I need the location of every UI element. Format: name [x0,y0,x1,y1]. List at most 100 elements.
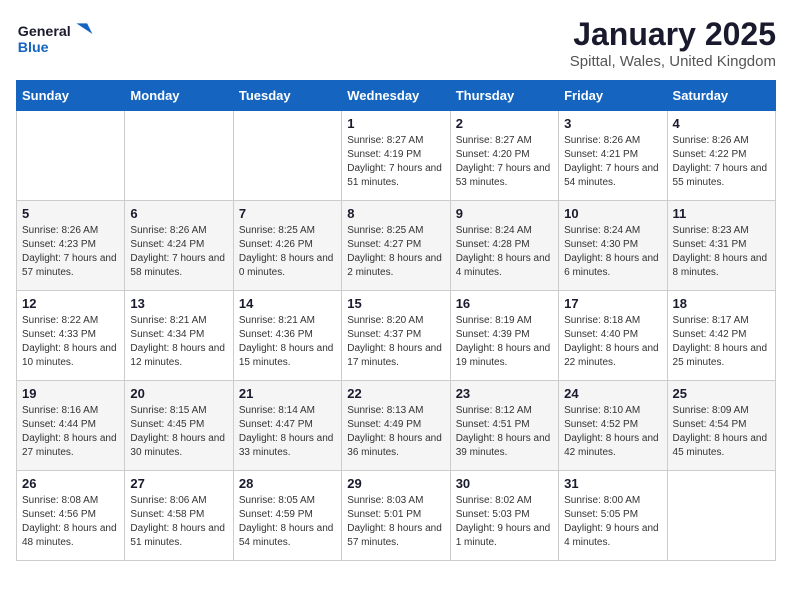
calendar-cell: 5 Sunrise: 8:26 AM Sunset: 4:23 PM Daylig… [17,201,125,291]
calendar-table: SundayMondayTuesdayWednesdayThursdayFrid… [16,80,776,561]
day-number: 13 [130,296,227,311]
calendar-cell: 11 Sunrise: 8:23 AM Sunset: 4:31 PM Dayli… [667,201,775,291]
day-number: 24 [564,386,661,401]
calendar-cell: 16 Sunrise: 8:19 AM Sunset: 4:39 PM Dayli… [450,291,558,381]
day-number: 26 [22,476,119,491]
calendar-title: January 2025 [570,16,776,53]
day-number: 19 [22,386,119,401]
calendar-cell: 10 Sunrise: 8:24 AM Sunset: 4:30 PM Dayli… [559,201,667,291]
svg-text:General: General [18,24,71,40]
calendar-cell: 24 Sunrise: 8:10 AM Sunset: 4:52 PM Dayli… [559,381,667,471]
weekday-header-wednesday: Wednesday [342,81,450,111]
day-number: 27 [130,476,227,491]
day-info: Sunrise: 8:17 AM Sunset: 4:42 PM Dayligh… [673,314,770,370]
calendar-cell: 8 Sunrise: 8:25 AM Sunset: 4:27 PM Daylig… [342,201,450,291]
calendar-subtitle: Spittal, Wales, United Kingdom [570,53,776,70]
calendar-cell: 28Sunrise: 8:05 AM Sunset: 4:59 PM Dayli… [233,471,341,561]
calendar-cell: 22 Sunrise: 8:13 AM Sunset: 4:49 PM Dayli… [342,381,450,471]
calendar-cell: 18Sunrise: 8:17 AM Sunset: 4:42 PM Dayli… [667,291,775,381]
day-number: 30 [456,476,553,491]
day-info: Sunrise: 8:27 AM Sunset: 4:19 PM Dayligh… [347,134,444,190]
title-block: January 2025 Spittal, Wales, United King… [570,16,776,70]
day-number: 16 [456,296,553,311]
day-info: Sunrise: 8:20 AM Sunset: 4:37 PM Dayligh… [347,314,444,370]
day-info: Sunrise: 8:21 AM Sunset: 4:34 PM Dayligh… [130,314,227,370]
calendar-cell: 14 Sunrise: 8:21 AM Sunset: 4:36 PM Dayli… [233,291,341,381]
day-number: 7 [239,206,336,221]
day-info: Sunrise: 8:19 AM Sunset: 4:39 PM Dayligh… [456,314,553,370]
day-number: 11 [673,206,770,221]
calendar-cell: 12Sunrise: 8:22 AM Sunset: 4:33 PM Dayli… [17,291,125,381]
day-info: Sunrise: 8:27 AM Sunset: 4:20 PM Dayligh… [456,134,553,190]
week-row-5: 26Sunrise: 8:08 AM Sunset: 4:56 PM Dayli… [17,471,776,561]
day-info: Sunrise: 8:02 AM Sunset: 5:03 PM Dayligh… [456,494,553,550]
calendar-cell: 17 Sunrise: 8:18 AM Sunset: 4:40 PM Dayli… [559,291,667,381]
day-info: Sunrise: 8:13 AM Sunset: 4:49 PM Dayligh… [347,404,444,460]
day-info: Sunrise: 8:16 AM Sunset: 4:44 PM Dayligh… [22,404,119,460]
calendar-cell: 25 Sunrise: 8:09 AM Sunset: 4:54 PM Dayli… [667,381,775,471]
day-info: Sunrise: 8:26 AM Sunset: 4:24 PM Dayligh… [130,224,227,280]
day-info: Sunrise: 8:14 AM Sunset: 4:47 PM Dayligh… [239,404,336,460]
svg-text:Blue: Blue [18,40,49,56]
day-info: Sunrise: 8:25 AM Sunset: 4:27 PM Dayligh… [347,224,444,280]
day-info: Sunrise: 8:03 AM Sunset: 5:01 PM Dayligh… [347,494,444,550]
day-info: Sunrise: 8:21 AM Sunset: 4:36 PM Dayligh… [239,314,336,370]
calendar-cell: 2 Sunrise: 8:27 AM Sunset: 4:20 PM Daylig… [450,111,558,201]
day-number: 4 [673,116,770,131]
day-info: Sunrise: 8:24 AM Sunset: 4:30 PM Dayligh… [564,224,661,280]
day-info: Sunrise: 8:18 AM Sunset: 4:40 PM Dayligh… [564,314,661,370]
calendar-cell: 23 Sunrise: 8:12 AM Sunset: 4:51 PM Dayli… [450,381,558,471]
week-row-3: 12Sunrise: 8:22 AM Sunset: 4:33 PM Dayli… [17,291,776,381]
calendar-cell [667,471,775,561]
day-info: Sunrise: 8:26 AM Sunset: 4:23 PM Dayligh… [22,224,119,280]
calendar-cell: 29 Sunrise: 8:03 AM Sunset: 5:01 PM Dayli… [342,471,450,561]
day-info: Sunrise: 8:09 AM Sunset: 4:54 PM Dayligh… [673,404,770,460]
day-info: Sunrise: 8:10 AM Sunset: 4:52 PM Dayligh… [564,404,661,460]
day-number: 10 [564,206,661,221]
day-number: 29 [347,476,444,491]
calendar-cell: 30 Sunrise: 8:02 AM Sunset: 5:03 PM Dayli… [450,471,558,561]
calendar-cell: 19 Sunrise: 8:16 AM Sunset: 4:44 PM Dayli… [17,381,125,471]
weekday-header-tuesday: Tuesday [233,81,341,111]
calendar-cell: 15 Sunrise: 8:20 AM Sunset: 4:37 PM Dayli… [342,291,450,381]
weekday-header-friday: Friday [559,81,667,111]
day-number: 14 [239,296,336,311]
weekday-header-thursday: Thursday [450,81,558,111]
calendar-cell: 31Sunrise: 8:00 AM Sunset: 5:05 PM Dayli… [559,471,667,561]
day-number: 5 [22,206,119,221]
calendar-cell: 20Sunrise: 8:15 AM Sunset: 4:45 PM Dayli… [125,381,233,471]
logo-svg: General Blue [16,16,96,61]
calendar-cell: 6Sunrise: 8:26 AM Sunset: 4:24 PM Daylig… [125,201,233,291]
day-number: 8 [347,206,444,221]
calendar-cell: 21 Sunrise: 8:14 AM Sunset: 4:47 PM Dayli… [233,381,341,471]
day-number: 3 [564,116,661,131]
calendar-cell: 3 Sunrise: 8:26 AM Sunset: 4:21 PM Daylig… [559,111,667,201]
calendar-cell: 26Sunrise: 8:08 AM Sunset: 4:56 PM Dayli… [17,471,125,561]
day-number: 25 [673,386,770,401]
weekday-header-monday: Monday [125,81,233,111]
day-number: 9 [456,206,553,221]
day-number: 2 [456,116,553,131]
calendar-cell [125,111,233,201]
day-info: Sunrise: 8:24 AM Sunset: 4:28 PM Dayligh… [456,224,553,280]
weekday-header-sunday: Sunday [17,81,125,111]
page-header: General Blue January 2025 Spittal, Wales… [16,16,776,70]
week-row-4: 19 Sunrise: 8:16 AM Sunset: 4:44 PM Dayli… [17,381,776,471]
day-number: 21 [239,386,336,401]
day-info: Sunrise: 8:26 AM Sunset: 4:22 PM Dayligh… [673,134,770,190]
calendar-cell: 4 Sunrise: 8:26 AM Sunset: 4:22 PM Daylig… [667,111,775,201]
calendar-cell: 9 Sunrise: 8:24 AM Sunset: 4:28 PM Daylig… [450,201,558,291]
day-number: 17 [564,296,661,311]
day-info: Sunrise: 8:23 AM Sunset: 4:31 PM Dayligh… [673,224,770,280]
day-info: Sunrise: 8:06 AM Sunset: 4:58 PM Dayligh… [130,494,227,550]
day-info: Sunrise: 8:05 AM Sunset: 4:59 PM Dayligh… [239,494,336,550]
day-info: Sunrise: 8:12 AM Sunset: 4:51 PM Dayligh… [456,404,553,460]
calendar-cell [233,111,341,201]
day-number: 23 [456,386,553,401]
day-number: 12 [22,296,119,311]
day-info: Sunrise: 8:15 AM Sunset: 4:45 PM Dayligh… [130,404,227,460]
day-number: 15 [347,296,444,311]
day-info: Sunrise: 8:26 AM Sunset: 4:21 PM Dayligh… [564,134,661,190]
day-number: 31 [564,476,661,491]
day-number: 22 [347,386,444,401]
